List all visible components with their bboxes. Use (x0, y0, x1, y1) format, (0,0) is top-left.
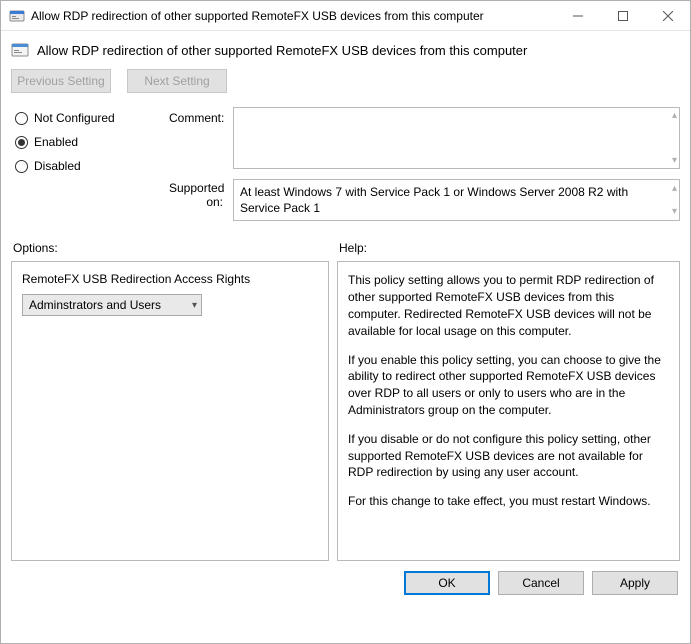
help-label: Help: (339, 241, 367, 255)
radio-disabled[interactable]: Disabled (15, 159, 165, 173)
previous-setting-button[interactable]: Previous Setting (11, 69, 111, 93)
supported-on-text: At least Windows 7 with Service Pack 1 o… (240, 185, 628, 215)
help-paragraph: If you enable this policy setting, you c… (348, 352, 669, 419)
scroll-up-icon: ▴ (672, 182, 677, 196)
window-title: Allow RDP redirection of other supported… (31, 9, 555, 23)
radio-indicator (15, 136, 28, 149)
nav-bar: Previous Setting Next Setting (1, 65, 690, 101)
titlebar: Allow RDP redirection of other supported… (1, 1, 690, 31)
scroll-down-icon: ▾ (672, 205, 677, 219)
supported-on-box: At least Windows 7 with Service Pack 1 o… (233, 179, 680, 221)
radio-label: Not Configured (34, 111, 115, 125)
radio-not-configured[interactable]: Not Configured (15, 111, 165, 125)
help-panel: This policy setting allows you to permit… (337, 261, 680, 561)
radio-label: Disabled (34, 159, 81, 173)
maximize-button[interactable] (600, 1, 645, 30)
policy-icon (9, 8, 25, 24)
access-rights-label: RemoteFX USB Redirection Access Rights (22, 272, 318, 286)
radio-indicator (15, 160, 28, 173)
access-rights-dropdown[interactable]: Adminstrators and Users ▾ (22, 294, 202, 316)
scroll-down-icon: ▾ (672, 155, 677, 166)
scroll-up-icon: ▴ (672, 110, 677, 121)
header-row: Allow RDP redirection of other supported… (1, 31, 690, 65)
chevron-down-icon: ▾ (192, 300, 197, 311)
minimize-button[interactable] (555, 1, 600, 30)
radio-indicator (15, 112, 28, 125)
page-title: Allow RDP redirection of other supported… (37, 43, 527, 58)
radio-label: Enabled (34, 135, 78, 149)
help-paragraph: This policy setting allows you to permit… (348, 272, 669, 339)
radio-enabled[interactable]: Enabled (15, 135, 165, 149)
next-setting-button[interactable]: Next Setting (127, 69, 227, 93)
dropdown-value: Adminstrators and Users (29, 298, 161, 312)
options-label: Options: (13, 241, 339, 255)
ok-button[interactable]: OK (404, 571, 490, 595)
help-paragraph: If you disable or do not configure this … (348, 431, 669, 481)
options-panel: RemoteFX USB Redirection Access Rights A… (11, 261, 329, 561)
comment-label: Comment: (169, 107, 229, 169)
supported-on-label: Supported on: (169, 179, 229, 221)
close-button[interactable] (645, 1, 690, 30)
cancel-button[interactable]: Cancel (498, 571, 584, 595)
help-paragraph: For this change to take effect, you must… (348, 493, 669, 510)
comment-input[interactable]: ▴ ▾ (233, 107, 680, 169)
policy-header-icon (11, 41, 29, 59)
apply-button[interactable]: Apply (592, 571, 678, 595)
footer: OK Cancel Apply (1, 561, 690, 605)
